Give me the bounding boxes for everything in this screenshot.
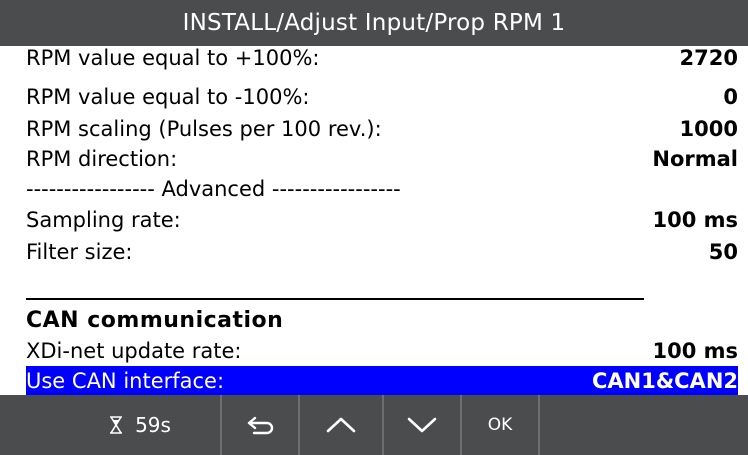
settings-list[interactable]: RPM value equal to +100%: 2720 RPM value…: [0, 46, 748, 395]
setting-value: 1000: [679, 117, 738, 141]
list-item-rpm-scaling[interactable]: RPM scaling (Pulses per 100 rev.): 1000: [0, 114, 738, 144]
list-item-xdi-net-update-rate[interactable]: XDi-net update rate: 100 ms: [0, 336, 738, 366]
setting-label: Use CAN interface:: [26, 369, 225, 393]
setting-value: Normal: [652, 147, 738, 171]
advanced-section-header: ----------------- Advanced -------------…: [26, 177, 401, 201]
setting-label: Filter size:: [26, 240, 133, 264]
ok-label: OK: [487, 415, 513, 435]
timeout-timer: 59s: [60, 395, 220, 455]
list-item-sampling-rate[interactable]: Sampling rate: 100 ms: [0, 205, 738, 235]
chevron-down-icon: [407, 417, 437, 433]
bottom-toolbar: 59s OK: [0, 395, 748, 455]
setting-value: 100 ms: [652, 339, 738, 363]
screen-title: INSTALL/Adjust Input/Prop RPM 1: [0, 0, 748, 46]
down-button[interactable]: [384, 395, 460, 455]
ok-button[interactable]: OK: [462, 395, 538, 455]
setting-label: XDi-net update rate:: [26, 339, 242, 363]
timer-value: 59s: [135, 413, 171, 437]
list-item-rpm-direction[interactable]: RPM direction: Normal: [0, 144, 738, 174]
section-divider: [26, 298, 644, 300]
list-item-filter-size[interactable]: Filter size: 50: [0, 237, 738, 267]
back-button[interactable]: [222, 395, 298, 455]
setting-value: 2720: [679, 46, 738, 70]
list-item-rpm-minus-100[interactable]: RPM value equal to -100%: 0: [0, 82, 738, 112]
setting-value: 0: [723, 85, 738, 109]
hourglass-icon: [110, 416, 123, 434]
setting-value: 50: [708, 240, 738, 264]
back-arrow-icon: [247, 416, 274, 435]
setting-label: RPM direction:: [26, 147, 178, 171]
setting-label: Sampling rate:: [26, 208, 181, 232]
list-item-rpm-plus-100-partial[interactable]: RPM value equal to +100%: 2720: [0, 46, 738, 73]
can-section-heading: CAN communication: [26, 308, 284, 333]
list-item-use-can-interface-selected[interactable]: Use CAN interface: CAN1&CAN2: [26, 366, 738, 395]
empty-softkey-area: [540, 395, 748, 455]
setting-label: RPM value equal to +100%:: [26, 46, 320, 70]
setting-value: 100 ms: [652, 208, 738, 232]
chevron-up-icon: [326, 417, 356, 433]
setting-label: RPM value equal to -100%:: [26, 85, 310, 109]
up-button[interactable]: [300, 395, 382, 455]
setting-label: RPM scaling (Pulses per 100 rev.):: [26, 117, 382, 141]
setting-value: CAN1&CAN2: [591, 369, 738, 393]
